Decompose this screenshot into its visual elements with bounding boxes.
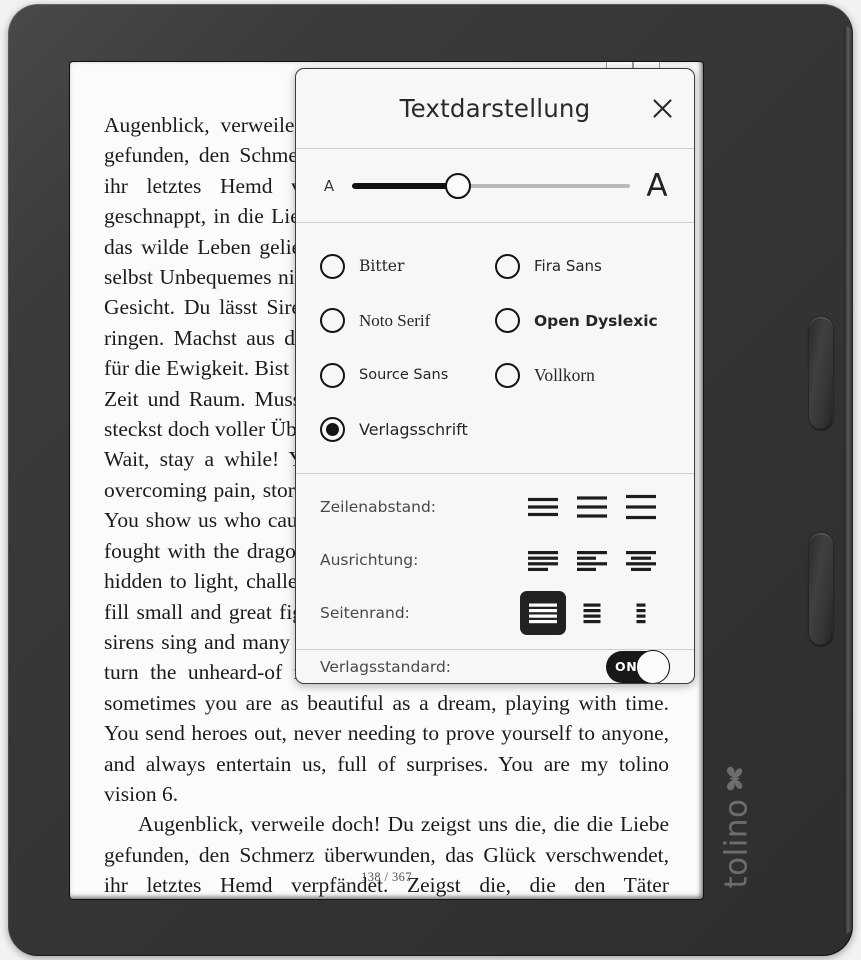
layout-row-label: Seitenrand:: [320, 603, 410, 622]
font-option-row: Noto Serif Open Dyslexic: [320, 294, 670, 349]
layout-row-label: Zeilenabstand:: [320, 497, 437, 516]
book-paragraph: Augenblick, verweile doch! Du zeigst uns…: [104, 812, 669, 898]
font-option-label: Bitter: [359, 257, 405, 276]
layout-row-alignment: Ausrichtung:: [320, 533, 670, 586]
align-center-icon[interactable]: [618, 538, 664, 582]
layout-option-group: [520, 485, 670, 529]
layout-row-line-spacing: Zeilenabstand:: [320, 480, 670, 533]
font-option-label: Verlagsschrift: [359, 420, 468, 440]
dialog-header: Textdarstellung: [296, 69, 694, 149]
radio-button-icon[interactable]: [320, 308, 345, 334]
radio-selected-dot: [326, 423, 339, 437]
font-option-fira-sans[interactable]: Fira Sans: [495, 253, 670, 279]
tolino-wordmark: tolino: [718, 798, 755, 888]
layout-option-group: [520, 590, 670, 635]
margin-narrow-icon[interactable]: [618, 591, 664, 635]
page-down-button[interactable]: [809, 533, 833, 646]
align-justify-icon[interactable]: [520, 538, 566, 582]
butterfly-icon: [724, 765, 751, 791]
font-option-bitter[interactable]: Bitter: [320, 253, 495, 279]
publisher-default-label: Verlagsstandard:: [320, 657, 452, 676]
font-size-slider[interactable]: [352, 172, 630, 199]
font-option-row: Verlagsschrift: [320, 403, 670, 458]
toggle-knob: [636, 649, 670, 683]
layout-section: Zeilenabstand: Ausrichtung: Seitenrand:: [296, 474, 694, 650]
font-size-small-glyph: A: [323, 176, 335, 195]
page-up-button[interactable]: [809, 317, 833, 430]
radio-button-icon[interactable]: [320, 253, 345, 279]
slider-thumb[interactable]: [444, 172, 471, 199]
font-list-section: Bitter Fira Sans Noto Serif Open Dyslexic So…: [296, 223, 694, 474]
font-option-label: Open Dyslexic: [534, 311, 658, 330]
eink-screen: Augenblick, verweile doch! Du zeigst uns…: [70, 62, 703, 899]
radio-button-icon[interactable]: [320, 417, 345, 443]
font-size-section: A A: [296, 149, 694, 223]
font-option-source-sans[interactable]: Source Sans: [320, 362, 495, 388]
page-indicator: 138 / 367: [361, 870, 412, 884]
toggle-state-text: ON: [615, 659, 638, 674]
font-size-large-glyph: A: [646, 167, 668, 204]
line-spacing-wide-icon[interactable]: [618, 485, 664, 529]
publisher-default-toggle[interactable]: ON: [606, 649, 670, 683]
radio-button-icon[interactable]: [495, 362, 520, 388]
font-option-noto-serif[interactable]: Noto Serif: [320, 308, 495, 334]
line-spacing-narrow-icon[interactable]: [520, 485, 566, 529]
layout-option-group: [520, 538, 670, 582]
font-option-row: Source Sans Vollkorn: [320, 348, 670, 403]
font-option-verlagsschrift[interactable]: Verlagsschrift: [320, 417, 495, 443]
layout-row-label: Ausrichtung:: [320, 550, 419, 569]
font-option-label: Vollkorn: [534, 364, 595, 385]
margin-medium-icon[interactable]: [569, 591, 615, 635]
font-option-row: Bitter Fira Sans: [320, 239, 670, 294]
font-option-vollkorn[interactable]: Vollkorn: [495, 362, 670, 388]
radio-button-icon[interactable]: [320, 362, 345, 388]
close-icon[interactable]: [642, 89, 682, 129]
ereader-device: tolino Augenblick, verweile doch! Du zei…: [8, 4, 853, 956]
margin-wide-icon[interactable]: [520, 590, 566, 635]
radio-button-icon[interactable]: [495, 308, 520, 334]
publisher-default-section: Verlagsstandard: ON: [296, 649, 694, 683]
font-option-label: Source Sans: [359, 367, 449, 384]
layout-row-margin: Seitenrand:: [320, 586, 670, 639]
dialog-title: Textdarstellung: [399, 94, 591, 123]
slider-track-active: [352, 182, 458, 189]
align-left-icon[interactable]: [569, 538, 615, 582]
line-spacing-medium-icon[interactable]: [569, 485, 615, 529]
device-edge-highlight: [844, 26, 853, 934]
text-settings-dialog: Textdarstellung A A Bitter Fira Sans Not…: [295, 68, 695, 684]
font-option-open-dyslexic[interactable]: Open Dyslexic: [495, 308, 670, 334]
radio-button-icon[interactable]: [495, 253, 520, 279]
font-option-label: Fira Sans: [534, 257, 602, 276]
font-option-label: Noto Serif: [359, 310, 431, 330]
